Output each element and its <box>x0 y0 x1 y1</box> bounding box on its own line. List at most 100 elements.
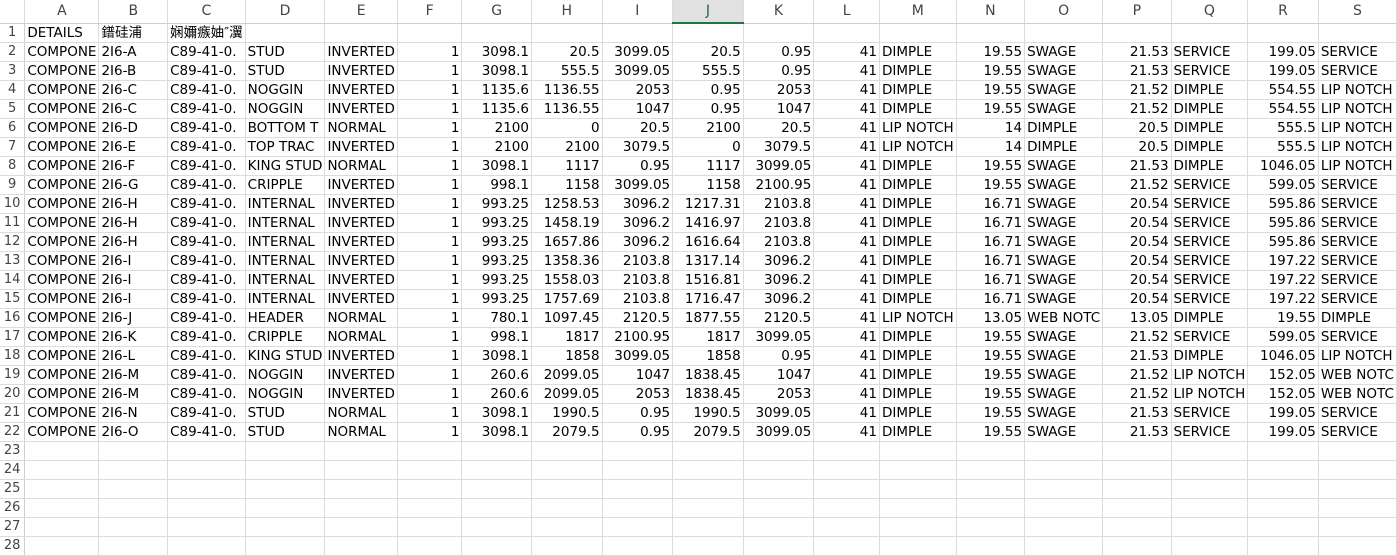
row-header[interactable]: 23 <box>0 441 26 461</box>
cell-j8[interactable]: 1117 <box>672 156 744 176</box>
cell-i12[interactable]: 3096.2 <box>602 232 674 252</box>
cell-p19[interactable]: 21.52 <box>1102 365 1172 385</box>
cell-o15[interactable]: SWAGE <box>1024 289 1104 309</box>
cell-q13[interactable]: SERVICE <box>1171 251 1249 271</box>
cell-m18[interactable]: DIMPLE <box>879 346 957 366</box>
cell-p14[interactable]: 20.54 <box>1102 270 1172 290</box>
cell-b20[interactable]: 2I6-M <box>98 384 169 404</box>
cell-a13[interactable]: COMPONE <box>24 251 100 271</box>
cell-c1[interactable]: 娴嬭瘯妯″瀷 <box>167 23 246 43</box>
cell-k12[interactable]: 2103.8 <box>743 232 815 252</box>
cell-r9[interactable]: 599.05 <box>1247 175 1319 195</box>
row-header[interactable]: 15 <box>0 289 26 309</box>
cell-j24[interactable] <box>672 460 744 480</box>
column-header-j[interactable]: J <box>672 0 744 24</box>
cell-f23[interactable] <box>397 441 463 461</box>
cell-b9[interactable]: 2I6-G <box>98 175 169 195</box>
cell-e5[interactable]: INVERTED <box>324 99 398 119</box>
column-header-a[interactable]: A <box>24 0 100 24</box>
cell-e11[interactable]: INVERTED <box>324 213 398 233</box>
cell-m24[interactable] <box>879 460 957 480</box>
cell-b3[interactable]: 2I6-B <box>98 61 169 81</box>
cell-q12[interactable]: SERVICE <box>1171 232 1249 252</box>
cell-g19[interactable]: 260.6 <box>461 365 532 385</box>
cell-b16[interactable]: 2I6-J <box>98 308 169 328</box>
cell-a15[interactable]: COMPONE <box>24 289 100 309</box>
cell-m25[interactable] <box>879 479 957 499</box>
cell-q8[interactable]: DIMPLE <box>1171 156 1249 176</box>
cell-m23[interactable] <box>879 441 957 461</box>
cell-q18[interactable]: DIMPLE <box>1171 346 1249 366</box>
cell-e12[interactable]: INVERTED <box>324 232 398 252</box>
cell-r24[interactable] <box>1247 460 1319 480</box>
cell-r10[interactable]: 595.86 <box>1247 194 1319 214</box>
cell-i10[interactable]: 3096.2 <box>602 194 674 214</box>
column-header-e[interactable]: E <box>324 0 398 24</box>
cell-i2[interactable]: 3099.05 <box>602 42 674 62</box>
cell-c2[interactable]: C89-41-0. <box>167 42 246 62</box>
cell-o7[interactable]: DIMPLE <box>1024 137 1104 157</box>
row-header[interactable]: 26 <box>0 498 26 518</box>
cell-k8[interactable]: 3099.05 <box>743 156 815 176</box>
cell-m12[interactable]: DIMPLE <box>879 232 957 252</box>
cell-h8[interactable]: 1117 <box>531 156 603 176</box>
cell-a16[interactable]: COMPONE <box>24 308 100 328</box>
cell-k11[interactable]: 2103.8 <box>743 213 815 233</box>
cell-q27[interactable] <box>1171 517 1249 537</box>
cell-m7[interactable]: LIP NOTCH <box>879 137 957 157</box>
cell-m26[interactable] <box>879 498 957 518</box>
cell-s21[interactable]: SERVICE <box>1318 403 1397 423</box>
cell-h3[interactable]: 555.5 <box>531 61 603 81</box>
select-all-corner[interactable] <box>0 0 26 24</box>
cell-p20[interactable]: 21.52 <box>1102 384 1172 404</box>
cell-e22[interactable]: NORMAL <box>324 422 398 442</box>
cell-n5[interactable]: 19.55 <box>956 99 1026 119</box>
cell-j9[interactable]: 1158 <box>672 175 744 195</box>
cell-l20[interactable]: 41 <box>813 384 880 404</box>
row-header[interactable]: 21 <box>0 403 26 423</box>
cell-k6[interactable]: 20.5 <box>743 118 815 138</box>
cell-p2[interactable]: 21.53 <box>1102 42 1172 62</box>
cell-s19[interactable]: WEB NOTC <box>1318 365 1397 385</box>
cell-k19[interactable]: 1047 <box>743 365 815 385</box>
cell-q3[interactable]: SERVICE <box>1171 61 1249 81</box>
cell-s8[interactable]: LIP NOTCH <box>1318 156 1397 176</box>
cell-b2[interactable]: 2I6-A <box>98 42 169 62</box>
cell-h18[interactable]: 1858 <box>531 346 603 366</box>
row-header[interactable]: 5 <box>0 99 26 119</box>
cell-a25[interactable] <box>24 479 100 499</box>
cell-p12[interactable]: 20.54 <box>1102 232 1172 252</box>
cell-e15[interactable]: INVERTED <box>324 289 398 309</box>
cell-k17[interactable]: 3099.05 <box>743 327 815 347</box>
cell-s18[interactable]: LIP NOTCH <box>1318 346 1397 366</box>
cell-h23[interactable] <box>531 441 603 461</box>
cell-p21[interactable]: 21.53 <box>1102 403 1172 423</box>
cell-g4[interactable]: 1135.6 <box>461 80 532 100</box>
cell-m19[interactable]: DIMPLE <box>879 365 957 385</box>
column-header-g[interactable]: G <box>461 0 532 24</box>
cell-n22[interactable]: 19.55 <box>956 422 1026 442</box>
cell-q6[interactable]: DIMPLE <box>1171 118 1249 138</box>
column-header-m[interactable]: M <box>879 0 957 24</box>
cell-d15[interactable]: INTERNAL <box>245 289 326 309</box>
cell-p28[interactable] <box>1102 536 1172 556</box>
cell-n16[interactable]: 13.05 <box>956 308 1026 328</box>
cell-l18[interactable]: 41 <box>813 346 880 366</box>
row-header[interactable]: 3 <box>0 61 26 81</box>
cell-i5[interactable]: 1047 <box>602 99 674 119</box>
cell-h17[interactable]: 1817 <box>531 327 603 347</box>
cell-m14[interactable]: DIMPLE <box>879 270 957 290</box>
cell-a21[interactable]: COMPONE <box>24 403 100 423</box>
cell-g28[interactable] <box>461 536 532 556</box>
cell-b14[interactable]: 2I6-I <box>98 270 169 290</box>
cell-r8[interactable]: 1046.05 <box>1247 156 1319 176</box>
cell-f4[interactable]: 1 <box>397 80 463 100</box>
cell-i25[interactable] <box>602 479 674 499</box>
cell-k14[interactable]: 3096.2 <box>743 270 815 290</box>
cell-r17[interactable]: 599.05 <box>1247 327 1319 347</box>
cell-d12[interactable]: INTERNAL <box>245 232 326 252</box>
cell-n17[interactable]: 19.55 <box>956 327 1026 347</box>
cell-g9[interactable]: 998.1 <box>461 175 532 195</box>
column-header-f[interactable]: F <box>397 0 463 24</box>
cell-d17[interactable]: CRIPPLE <box>245 327 326 347</box>
